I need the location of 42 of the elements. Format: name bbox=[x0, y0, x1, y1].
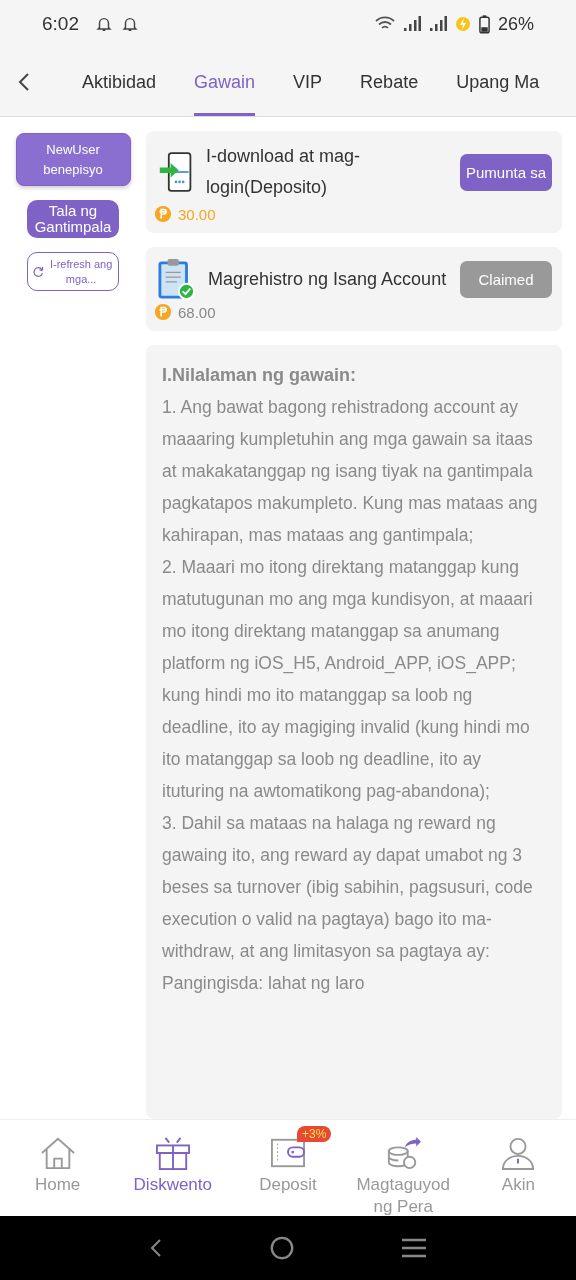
category-button[interactable]: NewUser benepisyo bbox=[15, 133, 131, 186]
nav-item[interactable]: +3% Deposit bbox=[230, 1120, 346, 1216]
tab[interactable]: Upang Ma bbox=[456, 48, 540, 116]
tab[interactable]: VIP bbox=[293, 48, 323, 116]
tab[interactable]: Gawain bbox=[194, 48, 256, 116]
task-title: Magrehistro ng Isang Account bbox=[208, 267, 448, 291]
reward-record-button[interactable]: Tala ng Gantimpala bbox=[27, 200, 119, 238]
bell-icon bbox=[121, 15, 139, 33]
nav-item[interactable]: Akin bbox=[460, 1120, 576, 1216]
signal-icon bbox=[428, 16, 447, 32]
refresh-button[interactable]: I-refresh ang mga... bbox=[27, 252, 119, 291]
phone-download-icon bbox=[158, 150, 194, 194]
battery-icon bbox=[478, 14, 490, 34]
bell-icon bbox=[95, 15, 113, 33]
tab[interactable]: Rebate bbox=[360, 48, 419, 116]
back-icon[interactable] bbox=[18, 72, 30, 92]
clipboard-check-icon bbox=[158, 257, 196, 301]
description-text: 2. Maaari mo itong direktang matanggap kung matutugunan mo ang mga kundisyon, at maaari mo itong direktang matanggap sa anumang platform ng iOS_H5, Android_APP, iOS_APP; kung hindi mo ito matanggap sa loob ng deadline, ito ay magiging invalid (kung hindi mo ito matanggap sa loob ng deadline, ito ay ituturing na awtomatikong pag-abandona); bbox=[162, 556, 534, 803]
nav-item[interactable]: Home bbox=[0, 1120, 116, 1216]
signal-icon bbox=[402, 16, 421, 32]
task-button[interactable]: Pumunta sa bbox=[460, 153, 552, 191]
status-time: 6:02 bbox=[42, 13, 79, 35]
reward-amount: 68.00 bbox=[178, 303, 216, 321]
description-heading: I.Nilalaman ng gawain: bbox=[162, 364, 358, 387]
nav-item[interactable]: Magtaguyod ng Pera bbox=[345, 1120, 461, 1216]
description-text: 3. Dahil sa mataas na halaga ng reward ng gawaing ito, ang reward ay dapat umabot ng 3 beses sa turnover (ibig sabihin, pagsusuri, code execution o valid na pagtaya) bago ito ma-withdraw, at ang limitasyon sa pagtaya ay: bbox=[162, 812, 534, 963]
menu-icon[interactable] bbox=[400, 1237, 429, 1259]
reward-amount: 30.00 bbox=[178, 205, 216, 223]
task-button[interactable]: Claimed bbox=[460, 260, 552, 298]
description-text: 1. Ang bawat bagong rehistradong account ay maaaring kumpletuhin ang mga gawain sa itaas at makakatanggap ng isang tiyak na gantimpala pagkatapos makumpleto. Kung mas mataas ang kahirapan, mas mataas ang gantimpala; bbox=[162, 396, 539, 547]
home-button-icon[interactable] bbox=[269, 1235, 295, 1261]
battery-percent: 26% bbox=[497, 13, 534, 35]
nav-item[interactable]: Diskwento bbox=[115, 1120, 231, 1216]
tab[interactable]: Aktibidad bbox=[82, 48, 157, 116]
coin-icon bbox=[154, 205, 172, 223]
gift-icon bbox=[153, 1136, 192, 1170]
charging-icon bbox=[454, 16, 471, 32]
description-text: Pangingisda: lahat ng laro bbox=[162, 972, 366, 995]
wallet-icon bbox=[269, 1136, 307, 1170]
task-title: I-download at mag-login(Deposito) bbox=[206, 145, 362, 199]
bonus-badge: +3% bbox=[297, 1126, 332, 1142]
coin-icon bbox=[154, 303, 172, 321]
